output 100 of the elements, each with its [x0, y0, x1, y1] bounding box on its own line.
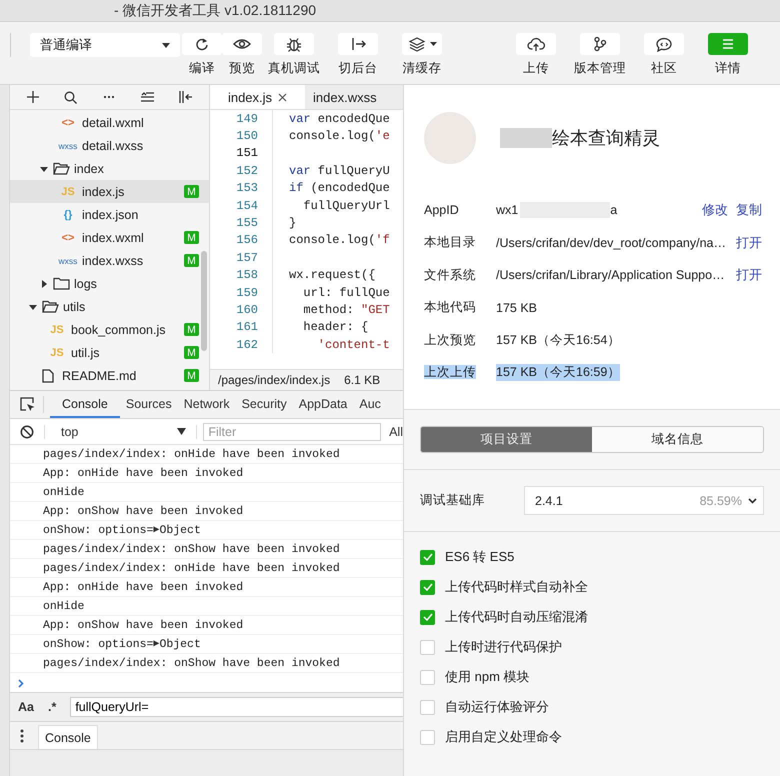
toolbar-button[interactable]: [338, 33, 378, 55]
devtools-tab[interactable]: Network: [178, 391, 236, 418]
file-type-icon: <>: [58, 232, 78, 244]
window-title: - 微信开发者工具 v1.02.1811290: [114, 2, 316, 20]
app-name: 绘本查询精灵: [552, 127, 660, 150]
checkbox[interactable]: [420, 730, 435, 744]
info-label: 本地目录: [424, 235, 476, 250]
checkbox[interactable]: [420, 640, 435, 654]
option-label: 上传代码时自动压缩混淆: [445, 608, 588, 626]
tree-row[interactable]: README.md M: [10, 364, 209, 387]
devtools-tab[interactable]: AppData: [292, 391, 354, 418]
action-link[interactable]: 修改: [702, 201, 728, 220]
base-library-select[interactable]: 2.4.1 85.59%: [524, 486, 764, 515]
code-line: wx.request({: [289, 268, 376, 282]
code-line: console.log('f: [289, 233, 390, 248]
search-icon[interactable]: [64, 90, 78, 104]
tree-row[interactable]: JS index.js M: [10, 180, 209, 203]
file-name: README.md: [62, 368, 136, 382]
toolbar-button[interactable]: [402, 33, 442, 55]
tree-row[interactable]: JS book_common.js M: [10, 318, 209, 341]
line-number: 154: [235, 198, 258, 213]
toolbar-button[interactable]: [644, 33, 684, 55]
info-label: AppID: [424, 203, 459, 218]
folder-icon: [53, 277, 70, 290]
cloud-upload-icon: [526, 36, 546, 52]
button-label: 真机调试: [268, 60, 320, 77]
action-link[interactable]: 打开: [736, 266, 762, 284]
code-line: fullQueryUrl: [302, 198, 390, 213]
devtools-tab[interactable]: Auc: [353, 391, 387, 418]
log-message: App: onHide have been invoked: [43, 580, 244, 594]
segment-tab[interactable]: 域名信息: [592, 427, 763, 452]
editor-tab[interactable]: index.wxss: [305, 85, 385, 109]
tree-row[interactable]: JS util.js M: [10, 341, 209, 364]
code-line: url: fullQue: [302, 286, 390, 300]
collapse-panel-icon[interactable]: [179, 91, 192, 103]
action-link[interactable]: 打开: [736, 234, 762, 252]
filter-field[interactable]: Filter: [203, 422, 382, 440]
check-icon: [422, 613, 432, 621]
info-value: /Users/crifan/dev/dev_root/company/na…: [496, 236, 726, 250]
compile-mode-select[interactable]: 普通编译: [30, 33, 180, 57]
context-select[interactable]: top: [44, 424, 198, 438]
match-case-toggle[interactable]: Aa: [18, 700, 34, 714]
toolbar-button[interactable]: [182, 33, 222, 55]
checkbox[interactable]: [420, 610, 435, 624]
checkbox[interactable]: [420, 670, 435, 684]
check-icon: [422, 553, 432, 561]
action-link[interactable]: 复制: [736, 201, 762, 220]
tree-row[interactable]: wxss detail.wxss: [10, 134, 209, 157]
toolbar-button[interactable]: [516, 33, 556, 55]
more-vertical-icon[interactable]: [20, 728, 24, 742]
tree-row[interactable]: {} index.json: [10, 203, 209, 226]
line-number: 149: [235, 112, 258, 126]
modified-badge: M: [184, 369, 199, 382]
folder-name[interactable]: utils: [63, 300, 86, 314]
folder-open-icon: [42, 300, 59, 313]
checkbox[interactable]: [420, 550, 435, 564]
line-number: 151: [235, 146, 258, 160]
log-level-select[interactable]: All: [389, 424, 403, 438]
chat-bubble-icon: [654, 36, 674, 52]
caret-right-icon[interactable]: [40, 280, 48, 288]
code-line: }: [289, 216, 296, 230]
toolbar-button[interactable]: [580, 33, 620, 55]
file-path: /pages/index/index.js: [218, 373, 330, 387]
more-icon[interactable]: [102, 95, 115, 99]
line-number: 162: [235, 338, 258, 352]
button-label: 社区: [651, 60, 677, 77]
regex-toggle[interactable]: .*: [48, 700, 56, 714]
modified-badge: M: [184, 254, 199, 267]
devtools-tab[interactable]: Sources: [120, 391, 178, 418]
devtools-tab[interactable]: Console: [50, 391, 120, 418]
checkbox[interactable]: [420, 580, 435, 594]
devtools-tab[interactable]: Security: [236, 391, 293, 418]
inspect-icon[interactable]: [20, 397, 35, 412]
caret-down-icon[interactable]: [40, 164, 48, 172]
segment-tab[interactable]: 项目设置: [421, 427, 592, 452]
checkbox[interactable]: [420, 700, 435, 714]
close-icon[interactable]: [278, 92, 288, 102]
plus-icon[interactable]: [26, 91, 39, 103]
search-field[interactable]: fullQueryUrl=: [70, 697, 403, 717]
log-message: onHide: [43, 600, 84, 612]
tree-row[interactable]: wxss index.wxss M: [10, 249, 209, 272]
line-number: 158: [235, 268, 258, 282]
file-name: index.wxss: [82, 254, 144, 268]
folder-name[interactable]: logs: [74, 276, 97, 290]
caret-down-icon[interactable]: [29, 302, 37, 310]
toolbar-button[interactable]: [274, 33, 314, 55]
editor-tab[interactable]: index.js: [210, 85, 305, 109]
collapse-list-icon[interactable]: [140, 92, 154, 102]
modified-badge: M: [184, 185, 199, 198]
folder-name[interactable]: index: [74, 162, 104, 176]
block-icon[interactable]: [20, 424, 34, 438]
modified-badge: M: [184, 346, 199, 359]
line-number: 160: [235, 302, 258, 317]
tree-row[interactable]: <> index.wxml M: [10, 226, 209, 249]
toolbar-button[interactable]: [222, 33, 262, 55]
tree-row[interactable]: <> detail.wxml: [10, 111, 209, 134]
file-type-icon: JS: [47, 324, 67, 336]
drawer-tab[interactable]: Console: [38, 725, 98, 749]
folder-open-icon: [53, 162, 70, 175]
log-message: onShow: options=▶Object: [43, 524, 201, 536]
